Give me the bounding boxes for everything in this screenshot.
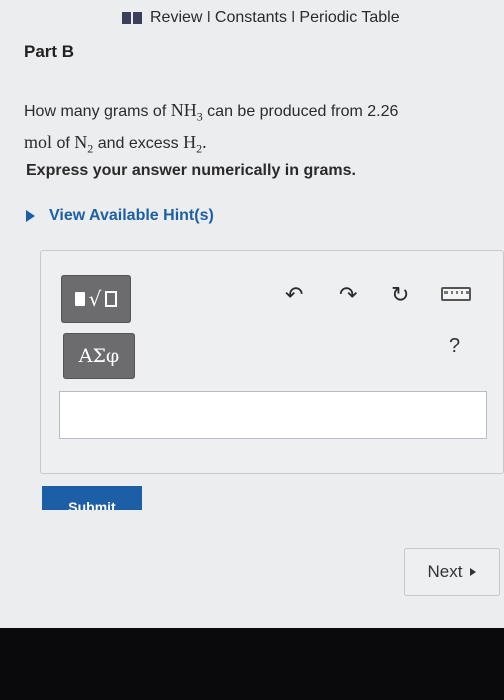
unit-mol: mol xyxy=(24,131,53,152)
periodic-table-link[interactable]: Periodic Table xyxy=(299,9,399,27)
book-icon xyxy=(122,12,142,24)
greek-symbols-button[interactable]: ΑΣφ xyxy=(63,333,135,379)
separator: I xyxy=(206,9,211,26)
next-button[interactable]: Next xyxy=(404,548,500,596)
resource-links: Review I Constants I Periodic Table xyxy=(122,9,400,27)
next-label: Next xyxy=(427,562,463,581)
question-text: How many grams of NH3 can be produced fr… xyxy=(24,98,484,161)
question-fragment: of xyxy=(56,134,70,152)
view-hints-link[interactable]: View Available Hint(s) xyxy=(26,207,214,225)
reset-icon[interactable]: ↻ xyxy=(391,283,409,308)
question-period: . xyxy=(202,131,207,152)
review-link[interactable]: Review xyxy=(150,9,202,27)
redo-icon[interactable]: ↷ xyxy=(339,283,357,308)
help-icon[interactable]: ? xyxy=(449,335,460,358)
formula-n2: N2 xyxy=(74,131,94,156)
formula-h2: H2 xyxy=(183,131,203,156)
separator: I xyxy=(290,9,296,26)
radical-icon: √ xyxy=(88,287,102,311)
keyboard-icon[interactable] xyxy=(441,287,471,301)
templates-button[interactable]: √ xyxy=(61,275,131,323)
constants-link[interactable]: Constants xyxy=(215,9,287,27)
submit-button[interactable]: Submit xyxy=(42,486,142,510)
formula-nh3: NH3 xyxy=(170,100,203,124)
screen-bezel xyxy=(0,628,504,700)
question-fragment: How many grams of xyxy=(24,103,167,120)
question-fragment: and excess xyxy=(97,134,179,152)
answer-input[interactable] xyxy=(59,391,487,439)
hint-label: View Available Hint(s) xyxy=(49,207,214,224)
box-outline-icon xyxy=(105,291,118,307)
instruction-text: Express your answer numerically in grams… xyxy=(26,162,356,179)
undo-icon[interactable]: ↶ xyxy=(285,283,303,308)
caret-right-icon xyxy=(470,568,477,576)
caret-right-icon xyxy=(26,210,35,222)
answer-panel: √ ΑΣφ ↶ ↷ ↻ ? xyxy=(40,250,504,474)
question-fragment: can be produced from 2.26 xyxy=(207,103,399,120)
part-title: Part B xyxy=(24,42,75,61)
submit-label: Submit xyxy=(68,499,116,510)
box-icon xyxy=(74,292,85,306)
